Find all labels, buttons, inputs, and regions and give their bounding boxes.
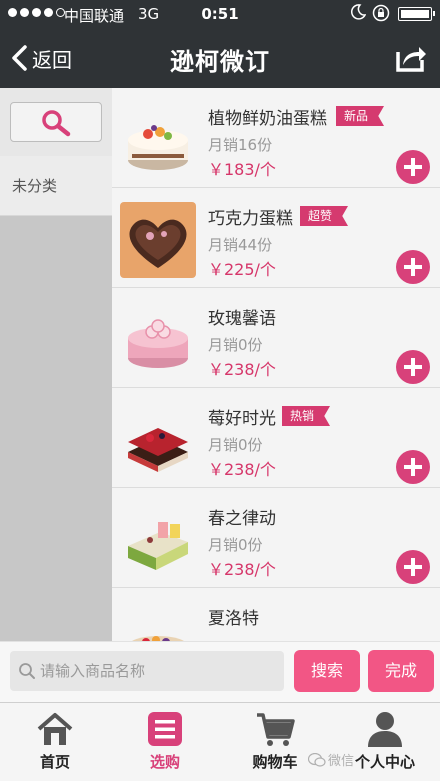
product-tag: 超赞 [300, 206, 349, 226]
status-bar: 中国联通 3G 0:51 [0, 0, 440, 28]
product-price: ￥238/个 [208, 460, 276, 479]
product-sales: 月销0份 [208, 536, 263, 554]
list-item[interactable]: 植物鲜奶油蛋糕 新品 月销16份 ￥183/个 [112, 88, 440, 188]
product-name: 春之律动 [208, 509, 276, 529]
chocolate-heart-cake-image [120, 202, 196, 278]
tab-label: 个人中心 [354, 753, 415, 771]
list-item[interactable]: 莓好时光 热销 月销0份 ￥238/个 [112, 388, 440, 488]
product-price: ￥238/个 [208, 360, 276, 379]
search-bar: 搜索 完成 [0, 641, 440, 702]
search-button[interactable] [10, 102, 102, 142]
add-to-cart-button[interactable] [396, 450, 430, 484]
done-button[interactable]: 完成 [368, 650, 434, 692]
product-price: ￥238/个 [208, 560, 276, 579]
search-icon [19, 663, 35, 679]
sidebar-item-uncategorized[interactable]: 未分类 [0, 156, 112, 216]
share-icon[interactable] [394, 42, 428, 74]
app-screen: 中国联通 3G 0:51 返回 逊柯微订 未分类 植物鲜奶油蛋糕 新品 月销16… [0, 0, 440, 781]
berry-mousse-cake-image [120, 402, 196, 478]
search-icon [42, 110, 71, 137]
list-item[interactable]: 春之律动 月销0份 ￥238/个 [112, 488, 440, 588]
product-name: 植物鲜奶油蛋糕 [208, 109, 327, 129]
sidebar-search-area [0, 88, 112, 156]
tab-label: 首页 [39, 753, 70, 771]
tab-profile[interactable]: 个人中心 [330, 703, 440, 781]
back-button[interactable]: 返回 [10, 42, 72, 74]
add-to-cart-button[interactable] [396, 350, 430, 384]
tab-home[interactable]: 首页 [0, 703, 110, 781]
menu-list-icon [148, 712, 182, 746]
bottom-tab-bar: 首页 选购 购物车 个人中心 [0, 702, 440, 781]
tab-cart[interactable]: 购物车 [220, 703, 330, 781]
list-item[interactable]: 夏洛特 [112, 588, 440, 641]
tab-label: 选购 [149, 753, 180, 771]
rotation-lock-icon [372, 4, 390, 22]
product-sales: 月销0份 [208, 336, 263, 354]
home-icon [37, 713, 73, 745]
product-price: ￥225/个 [208, 260, 276, 279]
product-name: 巧克力蛋糕 [208, 209, 293, 229]
chevron-left-icon [12, 45, 27, 71]
tab-shop[interactable]: 选购 [110, 703, 220, 781]
nav-header: 返回 逊柯微订 [0, 28, 440, 88]
search-input-wrapper [10, 651, 284, 691]
user-icon [368, 712, 402, 747]
list-item[interactable]: 巧克力蛋糕 超赞 月销44份 ￥225/个 [112, 188, 440, 288]
product-list[interactable]: 植物鲜奶油蛋糕 新品 月销16份 ￥183/个 巧克力蛋糕 超赞 月销44份 ￥… [112, 88, 440, 641]
charlotte-fruit-cake-image [120, 602, 196, 641]
battery-icon [398, 7, 435, 21]
product-sales: 月销16份 [208, 136, 273, 154]
tab-label: 购物车 [252, 753, 298, 771]
product-sales: 月销44份 [208, 236, 273, 254]
cart-icon [257, 713, 295, 746]
back-label: 返回 [32, 47, 72, 72]
product-name: 莓好时光 [208, 409, 276, 429]
list-item[interactable]: 玫瑰馨语 月销0份 ￥238/个 [112, 288, 440, 388]
search-submit-button[interactable]: 搜索 [294, 650, 360, 692]
product-name: 玫瑰馨语 [208, 309, 276, 329]
product-sales: 月销0份 [208, 436, 263, 454]
add-to-cart-button[interactable] [396, 250, 430, 284]
product-price: ￥183/个 [208, 160, 276, 179]
category-sidebar: 未分类 [0, 88, 112, 641]
moon-icon [350, 4, 366, 20]
product-tag: 热销 [282, 406, 331, 426]
add-to-cart-button[interactable] [396, 150, 430, 184]
add-to-cart-button[interactable] [396, 550, 430, 584]
green-layer-cake-image [120, 502, 196, 578]
product-tag: 新品 [336, 106, 385, 126]
cake-cream-fruit-image [120, 102, 196, 178]
rose-cake-image [120, 302, 196, 378]
search-input[interactable] [40, 651, 280, 691]
product-name: 夏洛特 [208, 609, 259, 629]
